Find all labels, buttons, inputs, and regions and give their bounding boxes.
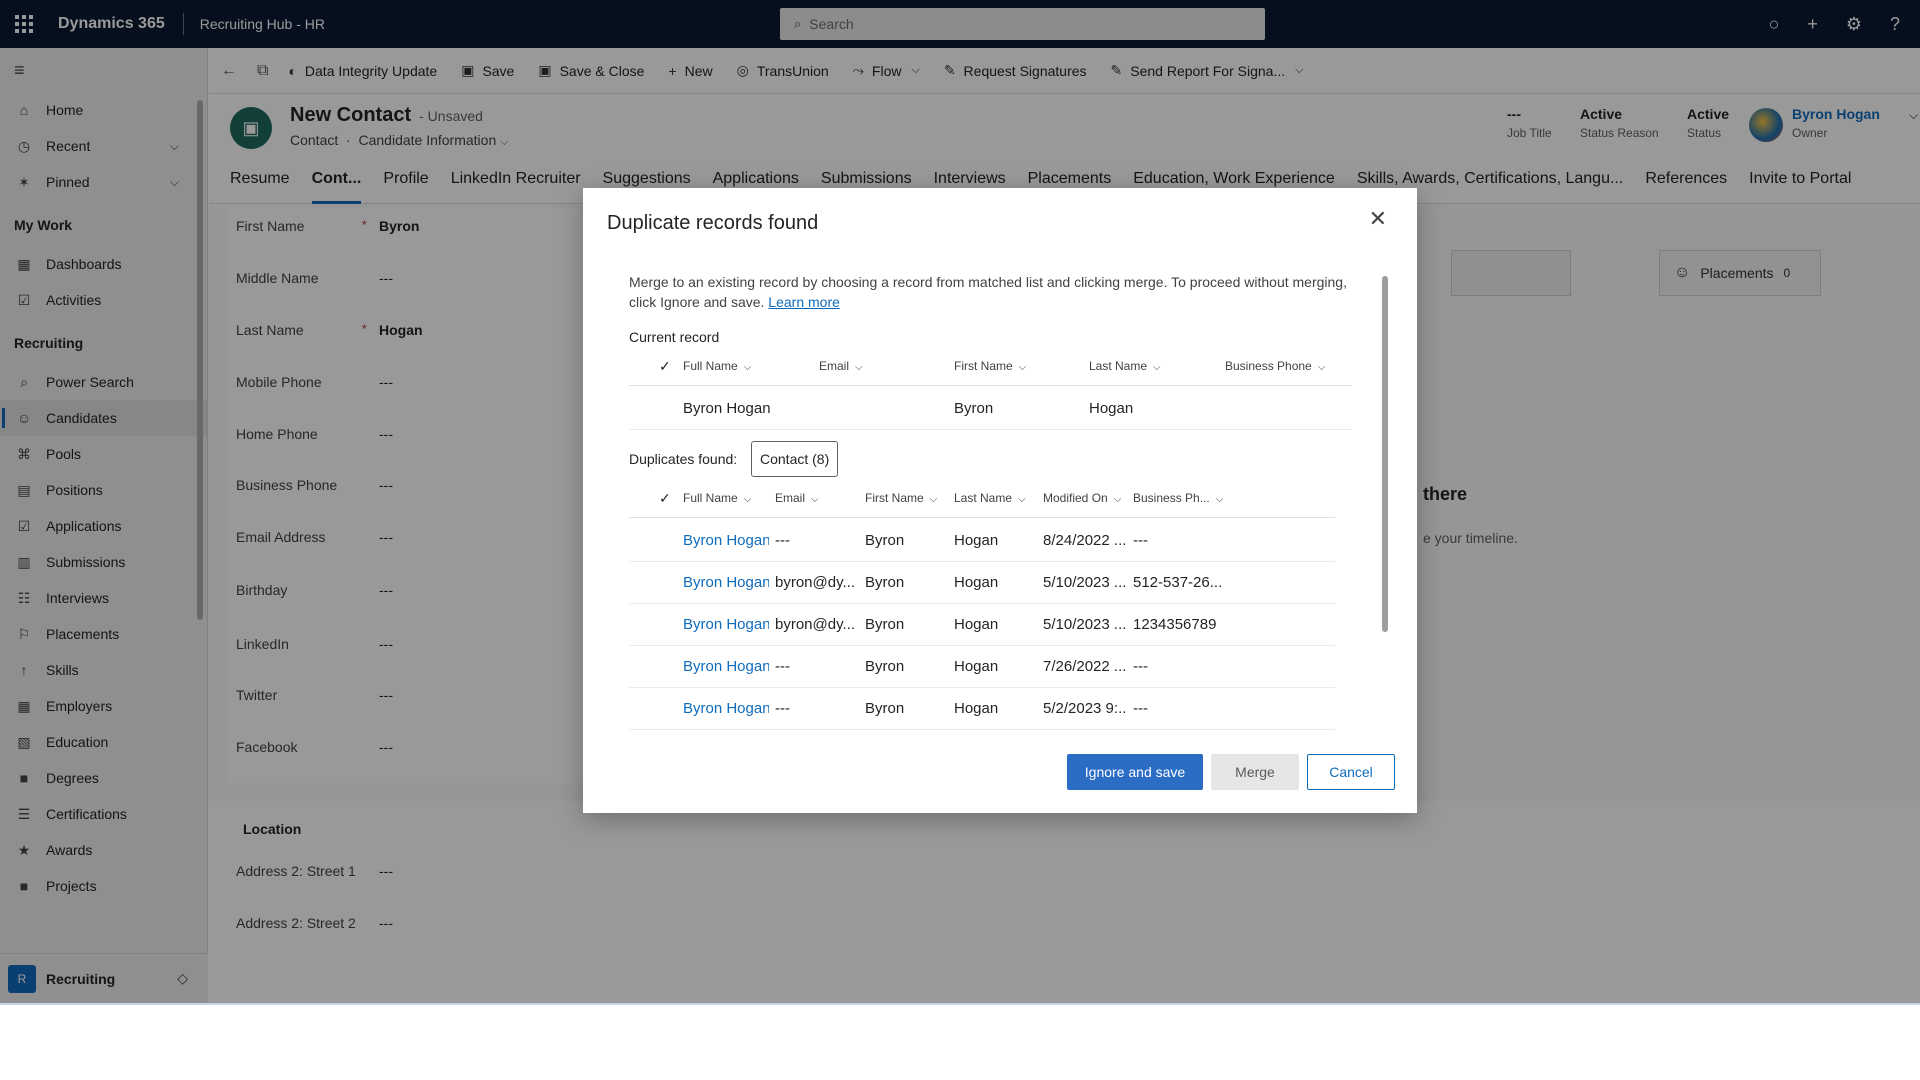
column-header-label: Business Ph... [1133, 491, 1210, 505]
column-header-label: Email [775, 491, 806, 505]
record-link[interactable]: Byron Hogan [683, 658, 769, 675]
cell-first-name: Byron [865, 658, 905, 675]
cell-first-name: Byron [865, 616, 905, 633]
cell-business-phone: 1234356789 [1133, 616, 1217, 633]
chevron-down-icon[interactable]: ⌵ [1216, 494, 1224, 505]
cell-business-phone: 512-537-26... [1133, 574, 1223, 591]
column-header-label: Business Phone [1225, 359, 1312, 373]
chevron-down-icon[interactable]: ⌵ [855, 362, 863, 373]
chevron-down-icon[interactable]: ⌵ [1019, 362, 1027, 373]
column-header[interactable]: Email ⌵ [819, 359, 863, 373]
duplicates-found-label: Duplicates found: [629, 451, 738, 467]
current-record-label: Current record [629, 329, 720, 345]
column-header[interactable]: Last Name ⌵ [1089, 359, 1161, 373]
tab-contact-duplicates[interactable]: Contact (8) [751, 441, 839, 477]
column-header[interactable]: Business Ph... ⌵ [1133, 491, 1223, 505]
cell-last-name: Hogan [954, 532, 999, 549]
column-header[interactable]: Last Name ⌵ [954, 491, 1026, 505]
duplicate-detection-dialog: Duplicate records found ✕ Merge to an ex… [583, 188, 1417, 813]
chevron-down-icon[interactable]: ⌵ [811, 494, 819, 505]
chevron-down-icon[interactable]: ⌵ [744, 494, 752, 505]
column-header[interactable]: First Name ⌵ [865, 491, 937, 505]
table-row[interactable]: Byron Hogan --- Byron Hogan 7/26/2022 ... --- [629, 646, 1335, 688]
cell-email: --- [775, 658, 790, 675]
column-header-label: Email [819, 359, 850, 373]
cell-email: --- [775, 700, 790, 717]
current-record-grid-header: ✓ Full Name ⌵ Email ⌵ First Name ⌵ Last Name ⌵ B… [629, 346, 1352, 386]
cell-modified-on: 5/2/2023 9:... [1043, 700, 1127, 717]
chevron-down-icon[interactable]: ⌵ [930, 494, 938, 505]
cancel-button[interactable]: Cancel [1307, 754, 1395, 790]
cell-last-name: Hogan [954, 616, 999, 633]
record-link[interactable]: Byron Hogan [683, 616, 769, 633]
column-header-label: First Name [954, 359, 1013, 373]
table-row[interactable]: Byron Hogan byron@dy... Byron Hogan 5/10/202… [629, 562, 1335, 604]
column-header[interactable]: Email ⌵ [775, 491, 819, 505]
cell-last-name: Hogan [954, 700, 999, 717]
column-header[interactable]: Modified On ⌵ [1043, 491, 1121, 505]
dialog-description: Merge to an existing record by choosing … [629, 272, 1359, 312]
column-header-label: First Name [865, 491, 924, 505]
chevron-down-icon[interactable]: ⌵ [744, 362, 752, 373]
record-link[interactable]: Byron Hogan [683, 700, 769, 717]
bottom-strip [0, 1003, 1920, 1080]
column-header[interactable]: Full Name ⌵ [683, 359, 751, 373]
description-text: Merge to an existing record by choosing … [629, 274, 1347, 310]
cell-modified-on: 8/24/2022 ... [1043, 532, 1127, 549]
cell-email: byron@dy... [775, 574, 855, 591]
ignore-and-save-button[interactable]: Ignore and save [1067, 754, 1203, 790]
column-header-label: Full Name [683, 359, 738, 373]
column-header[interactable]: Full Name ⌵ [683, 491, 751, 505]
cell-business-phone: --- [1133, 700, 1148, 717]
close-icon[interactable]: ✕ [1369, 206, 1387, 232]
chevron-down-icon[interactable]: ⌵ [1114, 494, 1122, 505]
column-header-label: Last Name [1089, 359, 1148, 373]
learn-more-link[interactable]: Learn more [768, 294, 840, 310]
record-link[interactable]: Byron Hogan [683, 532, 769, 549]
record-link[interactable]: Byron Hogan [683, 574, 769, 591]
cell-full-name: Byron Hogan [683, 400, 771, 417]
table-row[interactable]: Byron Hogan --- Byron Hogan 5/2/2023 9:... --… [629, 688, 1335, 730]
cell-email: --- [775, 532, 790, 549]
cell-first-name: Byron [865, 574, 905, 591]
cell-modified-on: 5/10/2023 ... [1043, 616, 1127, 633]
cell-modified-on: 5/10/2023 ... [1043, 574, 1127, 591]
column-header[interactable]: Business Phone ⌵ [1225, 359, 1325, 373]
cell-first-name: Byron [865, 532, 905, 549]
chevron-down-icon[interactable]: ⌵ [1018, 494, 1026, 505]
cell-business-phone: --- [1133, 658, 1148, 675]
cell-modified-on: 7/26/2022 ... [1043, 658, 1127, 675]
cell-last-name: Hogan [954, 574, 999, 591]
dialog-title: Duplicate records found [607, 212, 819, 234]
checkmark-icon[interactable]: ✓ [659, 490, 671, 507]
duplicates-grid-header: ✓ Full Name ⌵ Email ⌵ First Name ⌵ Last Name ⌵ M… [629, 478, 1335, 518]
column-header[interactable]: First Name ⌵ [954, 359, 1026, 373]
column-header-label: Last Name [954, 491, 1013, 505]
cell-email: byron@dy... [775, 616, 855, 633]
current-record-row: Byron Hogan Byron Hogan [629, 388, 1352, 430]
table-row[interactable]: Byron Hogan --- Byron Hogan 8/24/2022 ... --- [629, 520, 1335, 562]
cell-business-phone: --- [1133, 532, 1148, 549]
cell-first-name: Byron [865, 700, 905, 717]
cell-first-name: Byron [954, 400, 994, 417]
chevron-down-icon[interactable]: ⌵ [1153, 362, 1161, 373]
dialog-scrollbar[interactable] [1382, 276, 1388, 632]
chevron-down-icon[interactable]: ⌵ [1318, 362, 1326, 373]
cell-last-name: Hogan [954, 658, 999, 675]
column-header-label: Full Name [683, 491, 738, 505]
checkmark-icon[interactable]: ✓ [659, 358, 671, 375]
column-header-label: Modified On [1043, 491, 1108, 505]
table-row[interactable]: Byron Hogan byron@dy... Byron Hogan 5/10/202… [629, 604, 1335, 646]
merge-button[interactable]: Merge [1211, 754, 1299, 790]
cell-last-name: Hogan [1089, 400, 1134, 417]
